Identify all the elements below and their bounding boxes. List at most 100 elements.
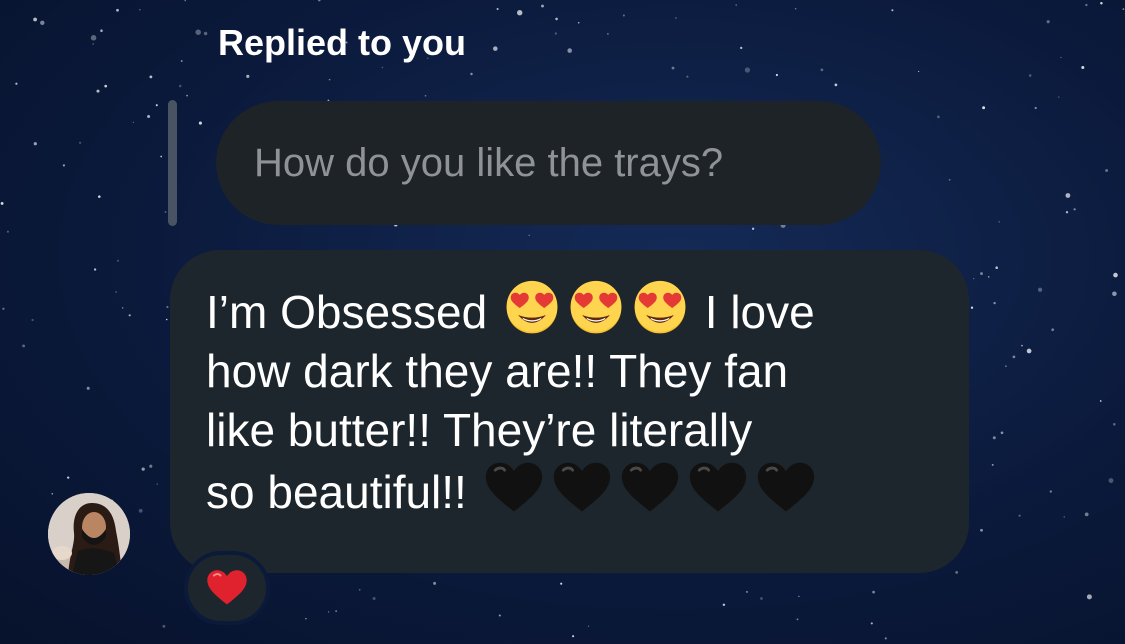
star [1065, 211, 1069, 214]
star [891, 9, 894, 12]
avatar-photo [48, 493, 130, 575]
star [1081, 66, 1085, 69]
star [541, 4, 544, 8]
star [96, 89, 100, 93]
star [870, 622, 873, 625]
star [164, 210, 167, 213]
star [90, 35, 97, 41]
star [740, 46, 743, 50]
star [517, 10, 523, 16]
star [798, 595, 800, 598]
star [498, 614, 501, 617]
star [372, 596, 376, 601]
star [116, 8, 119, 12]
star [1122, 8, 1125, 10]
star [132, 121, 135, 124]
message-line-2: how dark they are!! They fan [206, 345, 789, 397]
star [760, 597, 763, 600]
black-heart-emoji [757, 462, 814, 512]
star [31, 318, 34, 322]
star [6, 230, 9, 233]
star [149, 75, 153, 79]
star [15, 82, 18, 85]
star [970, 306, 974, 309]
star [147, 114, 151, 119]
star [86, 386, 90, 390]
heart-eyes-emoji [570, 280, 622, 334]
star [160, 155, 163, 158]
star [1012, 355, 1016, 359]
star [178, 84, 182, 88]
star [0, 201, 4, 205]
star [40, 20, 45, 26]
star [1034, 106, 1037, 110]
star [607, 33, 609, 35]
message-bubble[interactable]: I’m Obsessed I love how dark they are!! … [170, 250, 969, 573]
star [493, 46, 498, 51]
star [1065, 193, 1071, 198]
star [686, 75, 689, 78]
star [149, 464, 153, 468]
star [982, 106, 986, 110]
heart-eyes-emoji [506, 280, 558, 334]
star [62, 164, 66, 167]
star [560, 582, 563, 585]
star [884, 637, 887, 640]
star [735, 4, 737, 6]
message-line-1: I’m Obsessed I love [206, 280, 949, 342]
star [1028, 74, 1032, 77]
star [115, 291, 117, 293]
star [1112, 291, 1117, 297]
star [834, 83, 838, 87]
message-line-1-start: I’m Obsessed [206, 286, 488, 338]
star [327, 611, 330, 613]
star [1005, 365, 1007, 367]
star [1073, 208, 1076, 211]
star [317, 0, 321, 2]
star [998, 220, 1001, 223]
message-text: I’m Obsessed I love how dark they are!! … [206, 280, 949, 522]
star [381, 66, 384, 69]
star [955, 571, 959, 574]
star [671, 66, 675, 70]
star [51, 492, 54, 495]
star [162, 624, 166, 628]
star [622, 14, 625, 17]
star [128, 314, 131, 317]
star [995, 266, 998, 270]
star [328, 78, 331, 81]
star [937, 115, 940, 119]
avatar[interactable] [48, 493, 130, 575]
star [675, 17, 677, 19]
star [796, 618, 799, 621]
heart-eyes-emoji [634, 280, 686, 334]
star [138, 508, 143, 513]
star [2, 307, 5, 310]
star [1099, 400, 1102, 402]
reaction-badge[interactable] [184, 551, 270, 625]
star [1100, 2, 1103, 5]
star [155, 104, 158, 107]
star [100, 29, 103, 32]
star [988, 276, 990, 278]
star [973, 277, 975, 280]
star [92, 43, 95, 45]
star [1046, 20, 1050, 24]
star [98, 195, 101, 198]
star [1108, 478, 1114, 484]
star [751, 227, 755, 230]
star [528, 234, 530, 237]
star [1105, 169, 1108, 172]
star [186, 94, 188, 97]
star [1057, 96, 1060, 98]
star [1049, 490, 1052, 493]
star [775, 73, 778, 77]
star [496, 7, 499, 11]
reply-header: Replied to you [218, 22, 467, 63]
star [1000, 431, 1004, 435]
star [1085, 3, 1088, 7]
star [567, 48, 573, 53]
quoted-message-bubble[interactable]: How do you like the trays? [216, 101, 881, 225]
star [993, 301, 996, 305]
star [1060, 56, 1062, 59]
